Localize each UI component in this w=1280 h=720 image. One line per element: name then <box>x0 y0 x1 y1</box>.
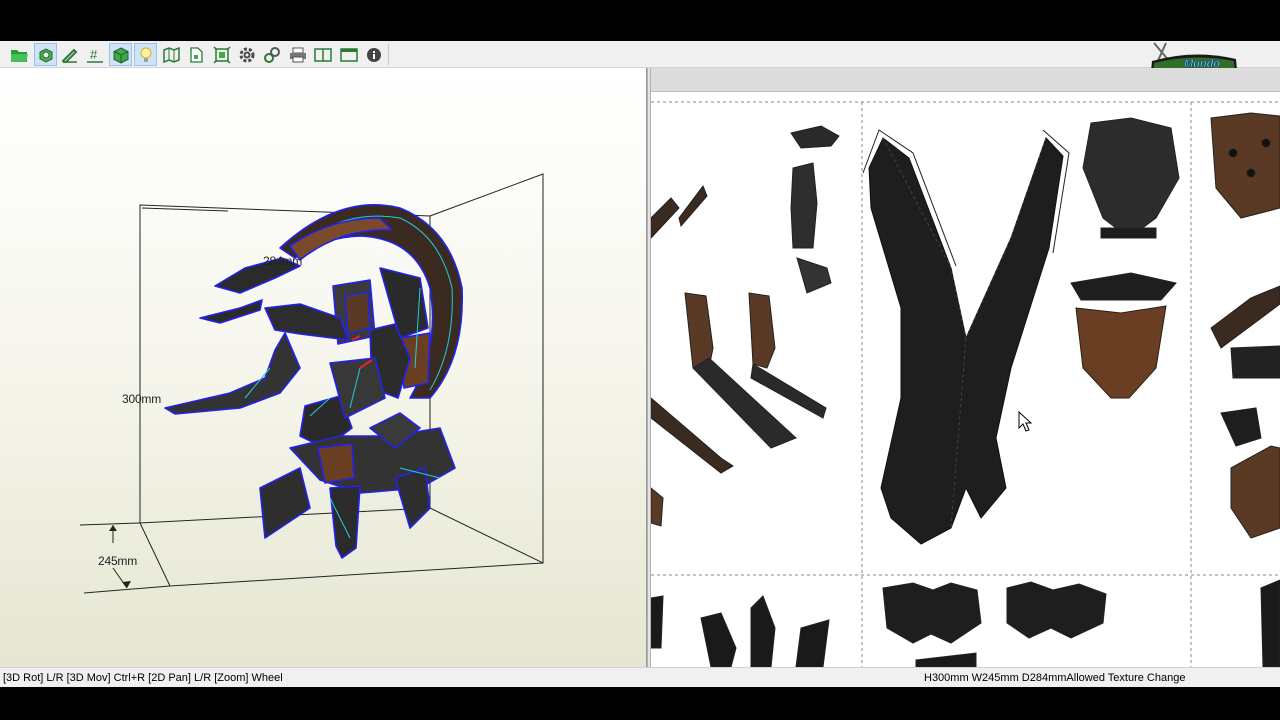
toolbar-separator <box>388 44 389 65</box>
open-folder-button[interactable] <box>7 43 30 66</box>
unfold-button[interactable] <box>160 43 183 66</box>
arm-parts <box>651 125 840 527</box>
page-button[interactable] <box>184 43 207 66</box>
top-letterbox <box>0 0 1280 41</box>
light-bulb-button[interactable] <box>134 43 157 66</box>
join-icon <box>263 46 280 63</box>
robot-model <box>164 204 464 559</box>
depth-dimension-label: 284mm <box>263 254 302 268</box>
2d-unfold-view[interactable] <box>651 68 1280 667</box>
3d-scene[interactable]: 300mm 284mm 245mm <box>0 68 647 667</box>
info-icon <box>366 47 381 62</box>
app-window: # Mundo 300mm 284mm 245mm [3D Rot] L/R [… <box>0 41 1280 687</box>
grid-icon: # <box>86 47 103 63</box>
model-settings-button[interactable] <box>34 43 57 66</box>
light-bulb-icon <box>140 47 151 62</box>
head-parts <box>1070 112 1280 539</box>
window-button[interactable] <box>337 43 360 66</box>
grid-button[interactable]: # <box>83 43 106 66</box>
open-folder-icon <box>10 49 28 62</box>
window-icon <box>339 47 358 62</box>
split-view-button[interactable] <box>311 43 334 66</box>
status-hints: [3D Rot] L/R [3D Mov] Ctrl+R [2D Pan] L/… <box>3 672 283 684</box>
unfold-icon <box>162 46 180 63</box>
settings-gear-icon <box>239 47 254 62</box>
mouse-cursor-icon <box>1018 410 1033 432</box>
page-icon <box>189 46 203 63</box>
join-button[interactable] <box>260 43 283 66</box>
info-button[interactable] <box>362 43 385 66</box>
bottom-parts <box>651 579 1280 667</box>
edge-pen-button[interactable] <box>58 43 81 66</box>
edge-pen-icon <box>61 48 77 63</box>
v-shaped-part <box>862 129 1070 545</box>
settings-gear-button[interactable] <box>235 43 258 66</box>
status-dimensions: H300mm W245mm D284mmAllowed Texture Chan… <box>924 672 1186 684</box>
toolbar: # <box>0 41 1280 68</box>
print-button[interactable] <box>286 43 309 66</box>
dimension-arrow-up <box>109 525 117 531</box>
dimension-arrow-down <box>122 581 131 588</box>
show-3d-button[interactable] <box>109 43 132 66</box>
arrange-parts-icon <box>212 45 231 64</box>
split-view-icon <box>313 47 332 62</box>
model-settings-icon <box>39 47 52 63</box>
bottom-letterbox <box>0 687 1280 720</box>
arrange-parts-button[interactable] <box>210 43 233 66</box>
width-dimension-label: 245mm <box>98 554 137 568</box>
svg-text:#: # <box>90 47 98 62</box>
height-dimension-label: 300mm <box>122 392 161 406</box>
3d-view[interactable]: 300mm 284mm 245mm <box>0 68 647 667</box>
show-3d-icon <box>113 46 128 64</box>
status-bar: [3D Rot] L/R [3D Mov] Ctrl+R [2D Pan] L/… <box>0 667 1280 687</box>
print-icon <box>289 47 306 62</box>
2d-parts-sheet[interactable] <box>651 68 1280 667</box>
2d-view-header <box>651 68 1280 92</box>
